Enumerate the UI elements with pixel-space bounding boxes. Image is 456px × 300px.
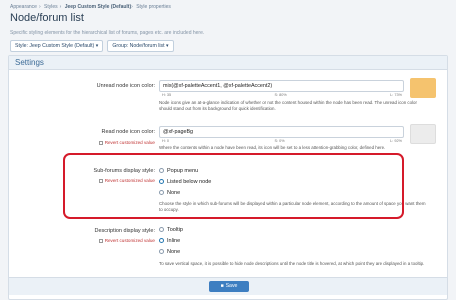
read-color-label: Read node icon color: xyxy=(101,129,155,135)
description-option-none[interactable]: None xyxy=(159,249,180,255)
form-footer: ■ Save xyxy=(9,277,447,295)
page-title: Node/forum list xyxy=(10,12,84,24)
page-description: Specific styling elements for the hierar… xyxy=(10,30,205,36)
filter-buttons: Style: Jeep Custom Style (Default) ▾ Gro… xyxy=(10,40,174,52)
style-select-button[interactable]: Style: Jeep Custom Style (Default) ▾ xyxy=(10,40,104,52)
radio-icon xyxy=(159,227,164,232)
save-icon: ■ xyxy=(220,283,224,289)
breadcrumb-style-name[interactable]: Jeep Custom Style (Default) xyxy=(65,4,131,10)
group-select-button[interactable]: Group: Node/forum list ▾ xyxy=(107,40,174,52)
description-style-help: To save vertical space, it is possible t… xyxy=(159,261,425,266)
save-button[interactable]: ■ Save xyxy=(209,281,249,292)
chevron-down-icon: ▾ xyxy=(166,43,169,49)
unread-color-input[interactable]: mix(@xf-paletteAccent1, @xf-paletteAccen… xyxy=(159,80,404,92)
description-option-inline[interactable]: Inline xyxy=(159,238,180,244)
read-color-help: Where the contents within a node have be… xyxy=(159,145,386,150)
description-style-label: Description display style: xyxy=(94,228,155,234)
chevron-down-icon: ▾ xyxy=(95,43,99,49)
breadcrumb: Appearance › Styles › Jeep Custom Style (D… xyxy=(10,4,171,10)
description-option-tooltip[interactable]: Tooltip xyxy=(159,227,183,233)
unread-color-label: Unread node icon color: xyxy=(96,83,155,89)
radio-selected-icon xyxy=(159,238,164,243)
breadcrumb-appearance[interactable]: Appearance xyxy=(10,4,37,10)
breadcrumb-styles[interactable]: Styles xyxy=(44,4,58,10)
checkbox-icon xyxy=(98,140,103,145)
description-revert-checkbox[interactable]: Revert customized value xyxy=(98,238,155,243)
unread-color-scale: H: 35 S: 80% L: 73% xyxy=(162,93,402,97)
read-color-swatch[interactable] xyxy=(410,124,436,144)
panel-title: Settings xyxy=(9,56,447,70)
read-revert-checkbox[interactable]: Revert customized value xyxy=(98,140,155,145)
read-color-scale: H: 0 S: 0% L: 92% xyxy=(162,139,402,143)
breadcrumb-style-properties[interactable]: Style properties xyxy=(136,4,171,10)
unread-color-swatch[interactable] xyxy=(410,78,436,98)
checkbox-icon xyxy=(98,238,103,243)
highlight-annotation xyxy=(63,153,404,219)
read-color-input[interactable]: @xf-pageBg xyxy=(159,126,404,138)
unread-color-help: Node icons give an at-a-glance indicatio… xyxy=(159,100,417,111)
radio-icon xyxy=(159,249,164,254)
